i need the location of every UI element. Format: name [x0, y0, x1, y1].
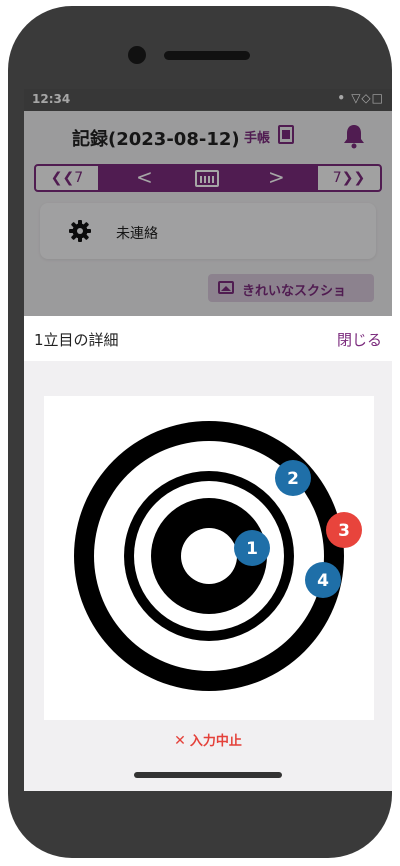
hit-marker-4[interactable]: 4: [305, 562, 341, 598]
abort-input-label: 入力中止: [189, 734, 242, 749]
sheet-header: 1立目の詳細 閉じる: [24, 316, 392, 361]
sheet-title: 1立目の詳細: [34, 331, 119, 349]
hit-marker-1[interactable]: 1: [234, 530, 270, 566]
camera: [128, 46, 146, 64]
speaker: [164, 51, 250, 60]
hit-marker-3[interactable]: 3: [326, 512, 362, 548]
close-icon: ✕: [174, 733, 186, 749]
hit-marker-2-label: 2: [287, 469, 299, 489]
modal-backdrop[interactable]: [24, 89, 392, 316]
bullseye-center: [181, 528, 237, 584]
target-panel[interactable]: 1 2 3 4: [44, 396, 374, 720]
phone-frame: 12:34 • ▽◇□ 記録(2023-08-12) 手帳 ❮❮7 < > 7❯…: [8, 6, 392, 858]
target-diagram[interactable]: 1 2 3 4: [44, 396, 374, 720]
close-button[interactable]: 閉じる: [337, 329, 382, 350]
hit-marker-2[interactable]: 2: [275, 460, 311, 496]
target-rings: [74, 421, 344, 691]
hit-marker-3-label: 3: [338, 521, 350, 541]
hit-marker-4-label: 4: [317, 571, 329, 591]
home-indicator[interactable]: [134, 772, 282, 778]
screen: 12:34 • ▽◇□ 記録(2023-08-12) 手帳 ❮❮7 < > 7❯…: [24, 89, 392, 791]
detail-sheet: 1立目の詳細 閉じる 1 2 3 4 ✕ 入力中止: [24, 316, 392, 791]
hit-marker-1-label: 1: [246, 539, 258, 559]
abort-input-button[interactable]: ✕ 入力中止: [24, 730, 392, 749]
